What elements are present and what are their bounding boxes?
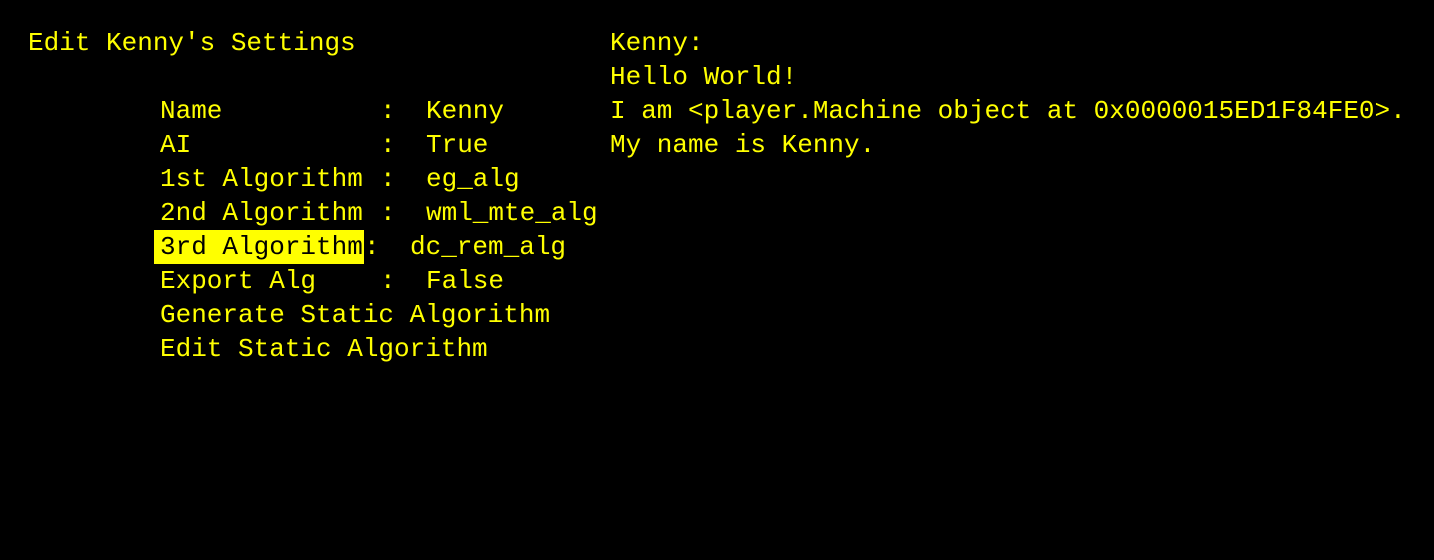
setting-label: 2nd Algorithm [160,196,380,230]
setting-separator: : [380,196,426,230]
page-title: Edit Kenny's Settings [28,26,610,60]
setting-label: AI [160,128,380,162]
action-item[interactable]: Edit Static Algorithm [160,332,610,366]
setting-separator: : [380,162,426,196]
setting-separator: : [380,94,426,128]
output-line: Hello World! [610,60,1434,94]
settings-panel: Edit Kenny's Settings Name:KennyAI:True1… [0,0,610,560]
setting-value: eg_alg [426,162,520,196]
setting-row[interactable]: Export Alg:False [160,264,610,298]
setting-value: Kenny [426,94,504,128]
setting-row[interactable]: 3rd Algorithm:dc_rem_alg [160,230,610,264]
output-panel: Kenny:Hello World!I am <player.Machine o… [610,0,1434,560]
setting-label: Name [160,94,380,128]
setting-value: wml_mte_alg [426,196,598,230]
action-item[interactable]: Generate Static Algorithm [160,298,610,332]
setting-value: False [426,264,504,298]
setting-row[interactable]: 1st Algorithm:eg_alg [160,162,610,196]
setting-label: 1st Algorithm [160,162,380,196]
setting-row[interactable]: Name:Kenny [160,94,610,128]
output-line: Kenny: [610,26,1434,60]
setting-label: 3rd Algorithm [154,230,364,264]
output-line: I am <player.Machine object at 0x0000015… [610,94,1434,128]
setting-value: True [426,128,488,162]
setting-value: dc_rem_alg [410,230,566,264]
setting-separator: : [380,128,426,162]
setting-row[interactable]: AI:True [160,128,610,162]
setting-separator: : [364,230,410,264]
setting-row[interactable]: 2nd Algorithm:wml_mte_alg [160,196,610,230]
settings-list: Name:KennyAI:True1st Algorithm:eg_alg2nd… [28,94,610,366]
setting-label: Export Alg [160,264,380,298]
output-line: My name is Kenny. [610,128,1434,162]
setting-separator: : [380,264,426,298]
